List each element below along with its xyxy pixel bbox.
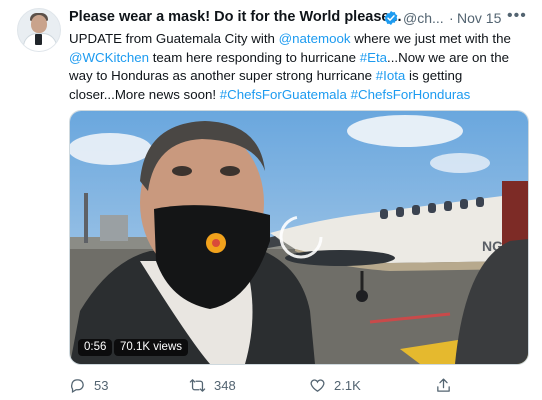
verified-badge-icon (384, 11, 398, 25)
more-options-icon[interactable]: ••• (507, 7, 527, 25)
tweet-text-line-4: closer...More news soon! #ChefsForGuatem… (69, 86, 529, 105)
text-fragment: UPDATE from Guatemala City with (69, 31, 279, 46)
reply-icon (71, 378, 84, 393)
reply-button[interactable]: 53 (69, 375, 108, 395)
text-fragment: way to Honduras as another super strong … (69, 68, 376, 83)
tweet-actions: 53 348 2.1K (69, 375, 529, 395)
reply-count: 53 (94, 377, 109, 393)
video-player[interactable]: NG 0:56 70.1K views (69, 110, 529, 365)
tweet-text-line-2: @WCKitchen team here responding to hurri… (69, 49, 529, 68)
retweet-count: 348 (214, 377, 236, 393)
author-name[interactable]: Please wear a mask! Do it for the World … (69, 9, 402, 25)
share-icon (437, 377, 450, 392)
like-count: 2.1K (334, 377, 361, 393)
hashtag-link[interactable]: #ChefsForGuatemala (220, 87, 347, 102)
mention-link[interactable]: @natemook (279, 31, 351, 46)
tweet-text: UPDATE from Guatemala City with @natemoo… (69, 30, 529, 104)
like-button[interactable]: 2.1K (309, 375, 361, 395)
share-button[interactable] (435, 375, 452, 395)
author-handle[interactable]: @ch... (403, 10, 444, 26)
tweet-date[interactable]: Nov 15 (457, 10, 501, 26)
video-frame: NG (70, 111, 528, 364)
hashtag-link[interactable]: #Eta (360, 50, 387, 65)
person-eye (220, 166, 240, 176)
mask-logo-center (212, 239, 220, 247)
separator-dot: · (449, 10, 454, 26)
hangar (100, 215, 128, 241)
video-duration: 0:56 (78, 339, 113, 356)
tweet-header: Please wear a mask! Do it for the World … (69, 7, 529, 29)
hashtag-link[interactable]: #ChefsForHonduras (351, 87, 471, 102)
landing-gear-wheel (356, 290, 368, 302)
text-fragment: team here responding to hurricane (149, 49, 360, 65)
avatar[interactable] (17, 8, 61, 52)
text-fragment: is getting (405, 68, 463, 83)
like-icon (310, 378, 325, 392)
retweet-button[interactable]: 348 (189, 375, 236, 395)
video-views: 70.1K views (114, 339, 189, 356)
text-fragment: ...Now we are on the (387, 49, 509, 65)
text-fragment: where we just met with the (350, 31, 511, 46)
avatar-phone (35, 34, 42, 45)
cloud (70, 133, 152, 165)
tweet-text-line-1: UPDATE from Guatemala City with @natemoo… (69, 30, 529, 49)
cloud (347, 115, 463, 147)
cloud (430, 153, 490, 173)
tower (84, 193, 88, 243)
hashtag-link[interactable]: #Iota (376, 68, 406, 83)
person-eye (172, 166, 192, 176)
retweet-icon (189, 378, 206, 392)
text-fragment: closer...More news soon! (69, 86, 220, 102)
mention-link[interactable]: @WCKitchen (69, 50, 149, 65)
tweet-text-line-3: way to Honduras as another super strong … (69, 67, 529, 86)
avatar-head (31, 15, 47, 33)
